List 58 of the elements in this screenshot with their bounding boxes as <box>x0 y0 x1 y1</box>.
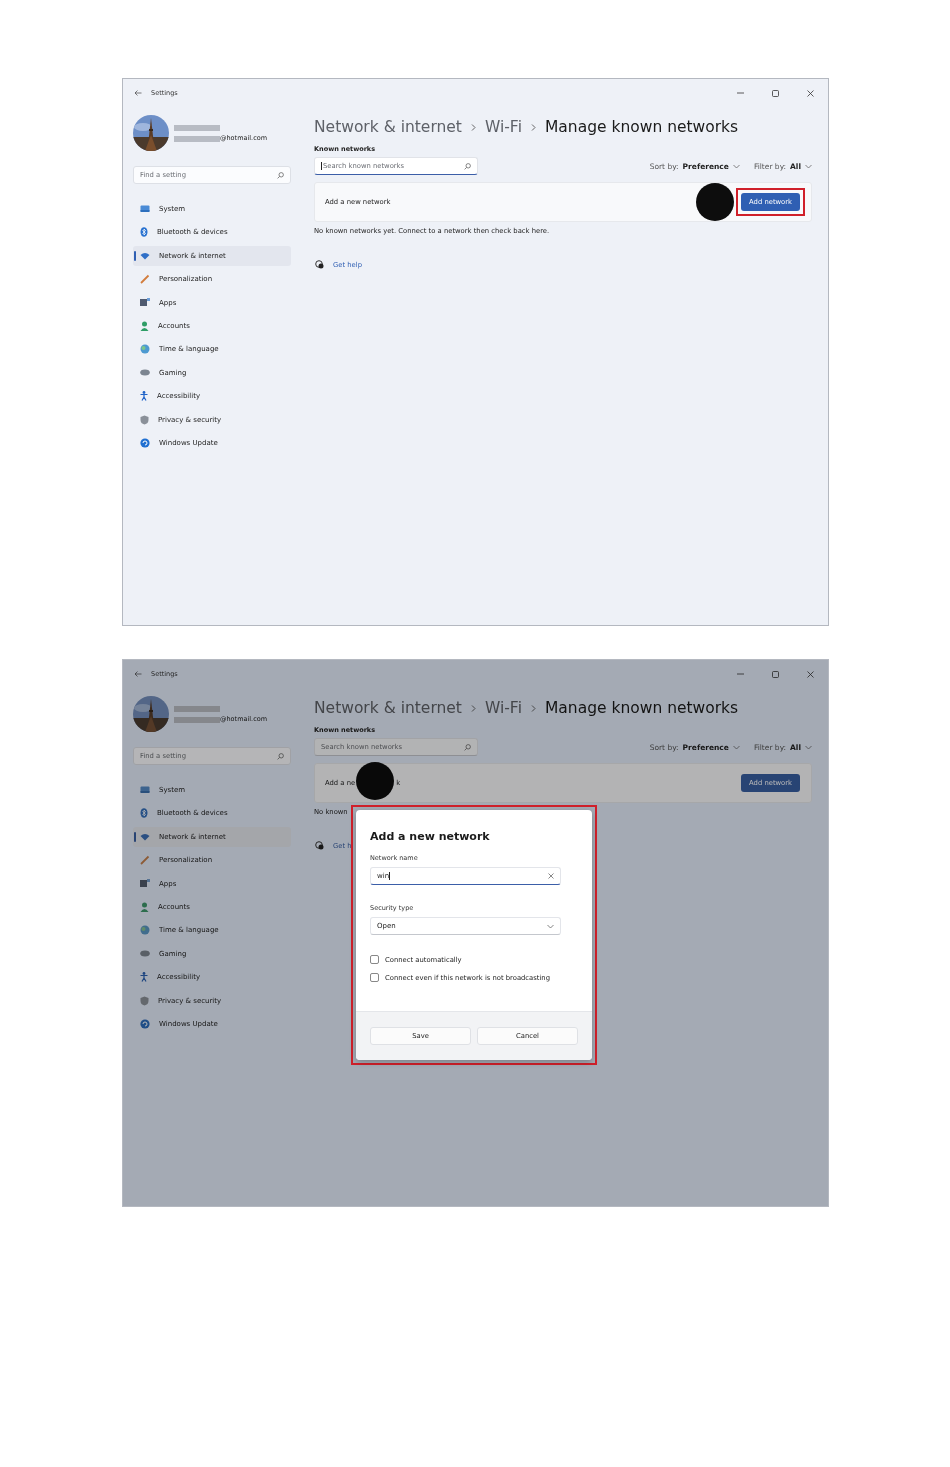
chevron-down-icon <box>805 163 812 169</box>
breadcrumb-link[interactable]: Wi-Fi <box>484 699 522 717</box>
accessibility-icon <box>140 391 148 402</box>
apps-icon <box>140 879 150 889</box>
chevron-down-icon <box>732 163 740 169</box>
back-arrow-icon[interactable] <box>134 671 142 677</box>
globe-icon <box>140 925 150 936</box>
close-icon[interactable] <box>806 670 814 678</box>
brush-icon <box>140 274 150 285</box>
bluetooth-icon <box>140 227 148 238</box>
wifi-icon <box>140 832 150 841</box>
chevron-down-icon <box>547 923 554 929</box>
minimize-icon[interactable] <box>736 92 744 94</box>
search-icon <box>464 743 471 751</box>
brush-icon <box>140 855 150 866</box>
update-icon <box>140 1018 150 1029</box>
accessibility-icon <box>140 972 148 983</box>
redacted-text <box>174 716 220 723</box>
search-icon <box>277 171 284 179</box>
chevron-right-icon <box>530 704 536 712</box>
selection-indicator <box>134 250 136 261</box>
breadcrumb-link[interactable]: Network & internet <box>314 118 462 136</box>
breadcrumb-link[interactable]: Network & internet <box>314 699 462 717</box>
selection-indicator <box>134 831 136 842</box>
person-icon <box>140 901 149 912</box>
bluetooth-icon <box>140 808 148 819</box>
chevron-right-icon <box>470 123 476 131</box>
maximize-icon[interactable] <box>771 670 779 678</box>
redacted-text <box>174 705 220 712</box>
help-icon <box>315 260 324 269</box>
redacted-text <box>174 135 220 142</box>
close-icon[interactable] <box>806 89 814 97</box>
search-icon <box>464 162 471 170</box>
monitor-icon <box>140 205 150 213</box>
checkbox[interactable] <box>370 973 379 982</box>
clear-icon[interactable] <box>548 873 554 879</box>
chevron-right-icon <box>530 123 536 131</box>
shield-icon <box>140 995 149 1006</box>
update-icon <box>140 437 150 448</box>
help-icon <box>315 841 324 850</box>
dialog-title: Add a new network <box>370 830 491 843</box>
page-title: Manage known networks <box>544 118 739 136</box>
back-arrow-icon[interactable] <box>134 90 142 96</box>
maximize-icon[interactable] <box>771 89 779 97</box>
chevron-down-icon <box>805 744 812 750</box>
search-icon <box>277 752 284 760</box>
breadcrumb-link[interactable]: Wi-Fi <box>484 118 522 136</box>
redacted-text <box>174 124 220 131</box>
globe-icon <box>140 344 150 355</box>
wifi-icon <box>140 251 150 260</box>
page-title: Manage known networks <box>544 699 739 717</box>
chevron-down-icon <box>732 744 740 750</box>
monitor-icon <box>140 786 150 794</box>
person-icon <box>140 320 149 331</box>
shield-icon <box>140 414 149 425</box>
checkbox[interactable] <box>370 955 379 964</box>
apps-icon <box>140 298 150 308</box>
chevron-right-icon <box>470 704 476 712</box>
